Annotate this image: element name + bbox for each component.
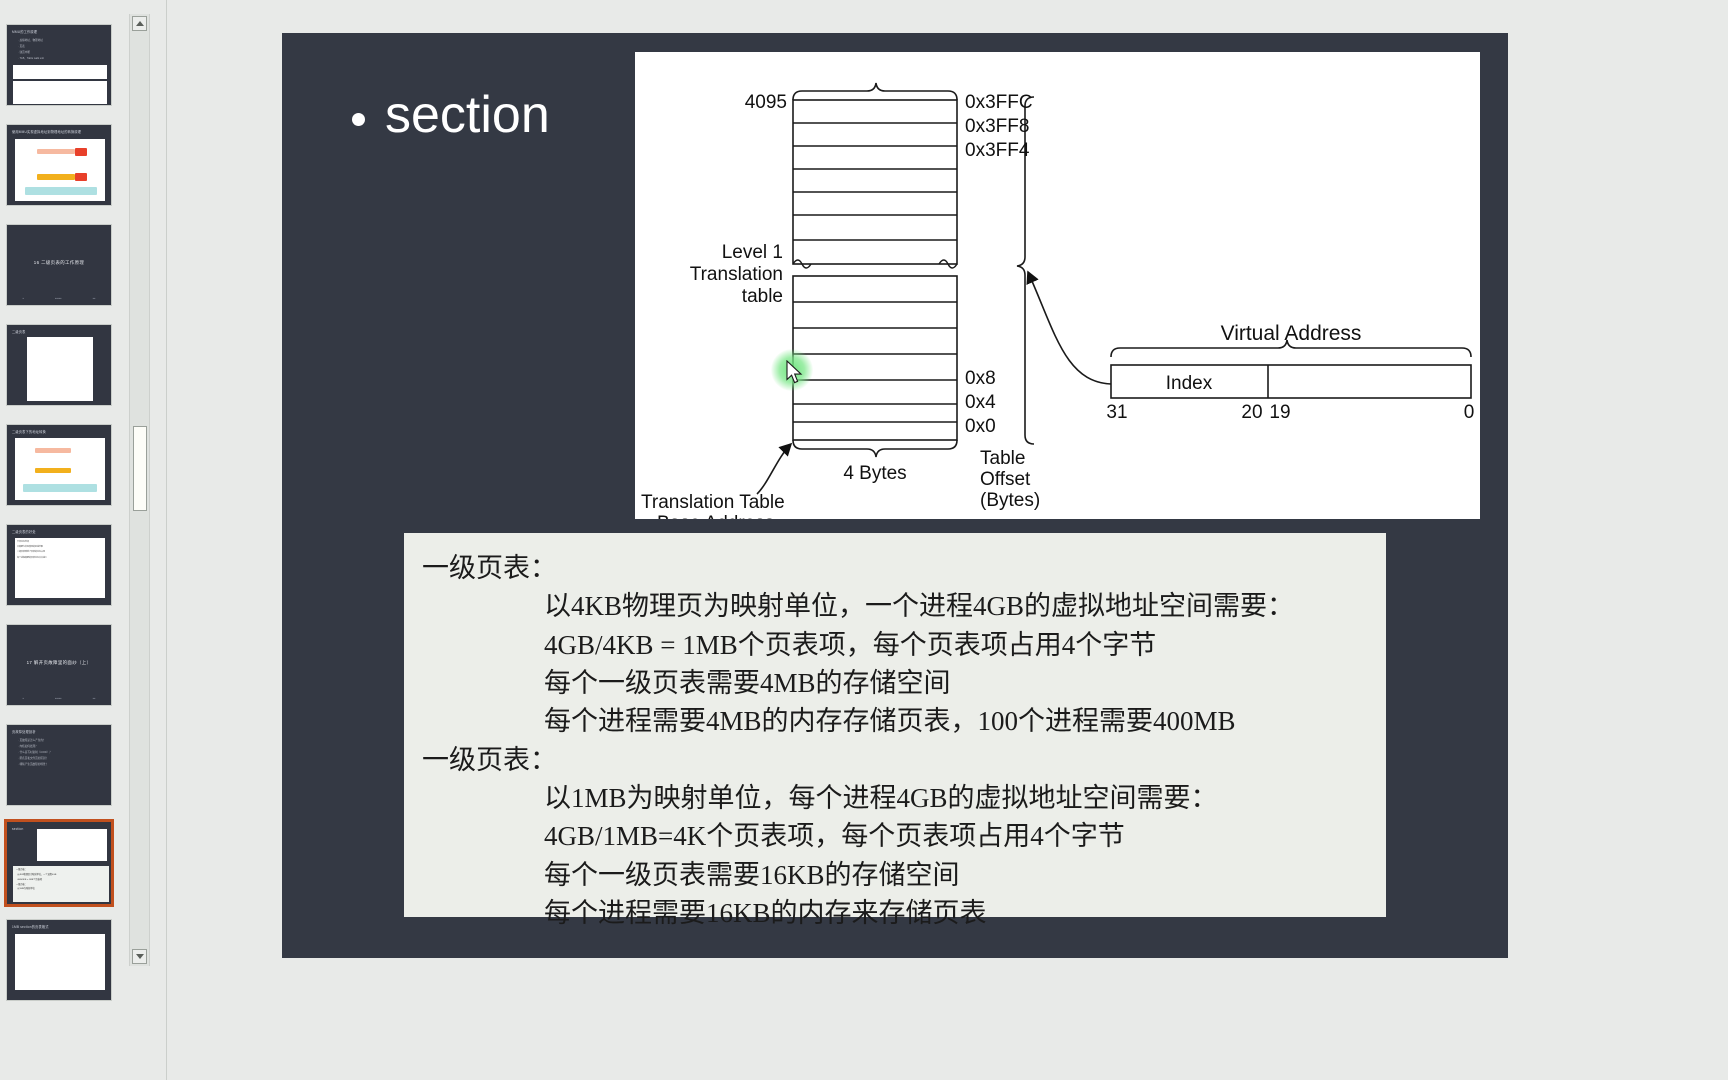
slide-thumbnail-6[interactable]: 二级页表的好处 节省内存空间 只需要为实际使用的区域分配 二级页表降低了页表的内存占… xyxy=(6,524,112,606)
thumbnail-preview: 1MB section的页表格式 xyxy=(7,920,111,1000)
thumbnail-bullets: · 页故障是怎么产生的？ · 内核如何处理？ · 什么是写时复制（COW）？ · 匿名… xyxy=(18,739,52,766)
thumbnail-preview: section 一级页表： 以4KB物理页为映射单位，一个进程4GB 4GB/4… xyxy=(7,822,111,904)
thumbnail-preview: 页故障处理剖析 · 页故障是怎么产生的？ · 内核如何处理？ · 什么是写时复制（C… xyxy=(7,725,111,805)
label-index-field: Index xyxy=(1166,373,1213,394)
thumbnail-title: 使用MMU实现虚拟地址到物理地址的转换原理 xyxy=(12,130,82,134)
thumbnail-figure xyxy=(15,438,105,500)
thumbnail-title: 页故障处理剖析 xyxy=(12,730,36,734)
thumbnail-preview: 二级页表下的地址转换 xyxy=(7,425,111,505)
level1-translation-table-diagram[interactable]: 4095 0x3FFC 0x3FF8 0x3FF4 Level 1 Transl… xyxy=(635,52,1480,519)
thumbnail-figure xyxy=(37,829,107,861)
slide-thumbnail-7[interactable]: 17 解开页故障里的面纱（上） ■ ■■■■■ ■■ xyxy=(6,624,112,706)
diagram-svg: 4095 0x3FFC 0x3FF8 0x3FF4 Level 1 Transl… xyxy=(641,82,1475,519)
label-addr-0x8: 0x8 xyxy=(965,368,996,389)
slide-thumbnail-9-selected[interactable]: section 一级页表： 以4KB物理页为映射单位，一个进程4GB 4GB/4… xyxy=(4,819,114,907)
label-addr-0x3FF4: 0x3FF4 xyxy=(965,140,1030,161)
label-4-bytes: 4 Bytes xyxy=(843,463,906,484)
thumbnail-figure xyxy=(13,81,107,104)
thumbnail-figure xyxy=(15,139,105,201)
chinese-explanation-box[interactable]: 一级页表： 以4KB物理页为映射单位，一个进程4GB的虚拟地址空间需要： 4GB… xyxy=(404,533,1386,928)
label-bit-20: 20 xyxy=(1241,402,1262,423)
note-heading-1: 一级页表： xyxy=(422,553,557,583)
scroll-up-button[interactable] xyxy=(132,16,147,31)
label-bit-19: 19 xyxy=(1269,402,1290,423)
thumbnail-preview: 二级页表 xyxy=(7,325,111,405)
label-table-offset-3: (Bytes) xyxy=(980,490,1040,511)
thumbnail-figure xyxy=(27,337,93,401)
label-base-address-2: Base Address xyxy=(657,513,774,519)
slide-thumbnail-1[interactable]: MMU的工作原理 · 虚拟地址、物理地址 · 页表 · 缺页中断 · TLB、Tabl… xyxy=(6,24,112,106)
page-title: section xyxy=(385,86,550,144)
thumbnail-text: 节省内存空间 只需要为实际使用的区域分配 二级页表降低了页表的内存占用 每个进程需要的… xyxy=(15,538,105,598)
note-heading-2: 一级页表： xyxy=(422,744,557,775)
note-line-4: 每个进程需要4MB的内存存储页表，100个进程需要400MB xyxy=(544,706,1236,737)
label-addr-0x3FF8: 0x3FF8 xyxy=(965,116,1029,137)
label-table-offset-1: Table xyxy=(980,448,1025,469)
thumbnail-preview: 二级页表的好处 节省内存空间 只需要为实际使用的区域分配 二级页表降低了页表的内存占… xyxy=(7,525,111,605)
thumbnail-bullets: · 虚拟地址、物理地址 · 页表 · 缺页中断 · TLB、Table walk un… xyxy=(18,39,44,60)
thumbnail-title: MMU的工作原理 xyxy=(12,30,38,34)
thumbnail-preview: 17 解开页故障里的面纱（上） ■ ■■■■■ ■■ xyxy=(7,625,111,705)
chevron-down-icon xyxy=(135,954,144,959)
thumbnail-preview: 使用MMU实现虚拟地址到物理地址的转换原理 xyxy=(7,125,111,205)
note-line-8: 每个进程需要16KB的内存来存储页表 xyxy=(544,897,987,928)
label-addr-0x0: 0x0 xyxy=(965,416,996,437)
note-line-6: 4GB/1MB=4K个页表项，每个页表项占用4个字节 xyxy=(544,821,1125,852)
thumbnail-section-title: 16 二级页表的工作原理 xyxy=(33,260,85,266)
note-line-5: 以1MB为映射单位，每个进程4GB的虚拟地址空间需要： xyxy=(544,782,1218,813)
note-line-7: 每个一级页表需要16KB的存储空间 xyxy=(544,859,960,890)
label-addr-0x4: 0x4 xyxy=(965,392,996,413)
thumbnail-footer: ■ ■■■■■ ■■ xyxy=(22,298,96,300)
thumbnail-figure xyxy=(15,934,105,990)
thumbnail-footer: ■ ■■■■■ ■■ xyxy=(22,698,96,700)
thumbnail-section-title: 17 解开页故障里的面纱（上） xyxy=(26,660,92,666)
label-level1-line2: Translation xyxy=(690,264,783,285)
label-base-address-1: Translation Table xyxy=(641,492,785,513)
label-virtual-address: Virtual Address xyxy=(1221,322,1362,345)
note-line-1: 以4KB物理页为映射单位，一个进程4GB的虚拟地址空间需要： xyxy=(544,591,1295,622)
thumbnail-title: 二级页表的好处 xyxy=(12,530,36,534)
slide-canvas[interactable]: section 4095 0x3FFC 0x3FF8 0x3FF4 Level … xyxy=(282,33,1508,958)
scrollbar-thumb[interactable] xyxy=(133,426,147,511)
thumbnail-preview: 16 二级页表的工作原理 ■ ■■■■■ ■■ xyxy=(7,225,111,305)
label-table-offset-2: Offset xyxy=(980,469,1031,490)
bullet-icon xyxy=(352,112,365,126)
note-line-2: 4GB/4KB = 1MB个页表项，每个页表项占用4个字节 xyxy=(544,629,1157,660)
label-addr-0x3FFC: 0x3FFC xyxy=(965,92,1033,113)
thumbnail-preview: MMU的工作原理 · 虚拟地址、物理地址 · 页表 · 缺页中断 · TLB、Tabl… xyxy=(7,25,111,105)
thumbnail-scrollbar[interactable] xyxy=(129,14,150,966)
thumbnail-title: section xyxy=(12,827,24,831)
thumbnail-note: 一级页表： 以4KB物理页为映射单位，一个进程4GB 4GB/4KB = 1MB… xyxy=(13,866,109,902)
label-bit-31: 31 xyxy=(1106,402,1127,423)
chevron-up-icon xyxy=(135,21,144,26)
scroll-down-button[interactable] xyxy=(132,949,147,964)
thumbnail-table xyxy=(13,65,107,79)
thumbnail-title: 二级页表下的地址转换 xyxy=(12,430,46,434)
slide-title-row[interactable]: section xyxy=(352,89,550,141)
slide-thumbnail-2[interactable]: 使用MMU实现虚拟地址到物理地址的转换原理 xyxy=(6,124,112,206)
thumbnail-title: 1MB section的页表格式 xyxy=(12,925,49,929)
label-bit-0: 0 xyxy=(1464,402,1475,423)
slide-thumbnail-3[interactable]: 16 二级页表的工作原理 ■ ■■■■■ ■■ xyxy=(6,224,112,306)
slide-thumbnail-5[interactable]: 二级页表下的地址转换 xyxy=(6,424,112,506)
label-level1-line1: Level 1 xyxy=(722,242,783,263)
slide-thumbnail-8[interactable]: 页故障处理剖析 · 页故障是怎么产生的？ · 内核如何处理？ · 什么是写时复制（C… xyxy=(6,724,112,806)
slide-thumbnail-4[interactable]: 二级页表 xyxy=(6,324,112,406)
slide-thumbnail-10[interactable]: 1MB section的页表格式 xyxy=(6,919,112,1001)
panel-divider xyxy=(166,0,167,1080)
label-level1-line3: table xyxy=(742,286,783,307)
thumbnail-title: 二级页表 xyxy=(12,330,26,334)
note-line-3: 每个一级页表需要4MB的存储空间 xyxy=(544,667,951,698)
slide-thumbnail-panel[interactable]: MMU的工作原理 · 虚拟地址、物理地址 · 页表 · 缺页中断 · TLB、Tabl… xyxy=(0,0,130,1080)
label-row-4095: 4095 xyxy=(745,92,787,113)
